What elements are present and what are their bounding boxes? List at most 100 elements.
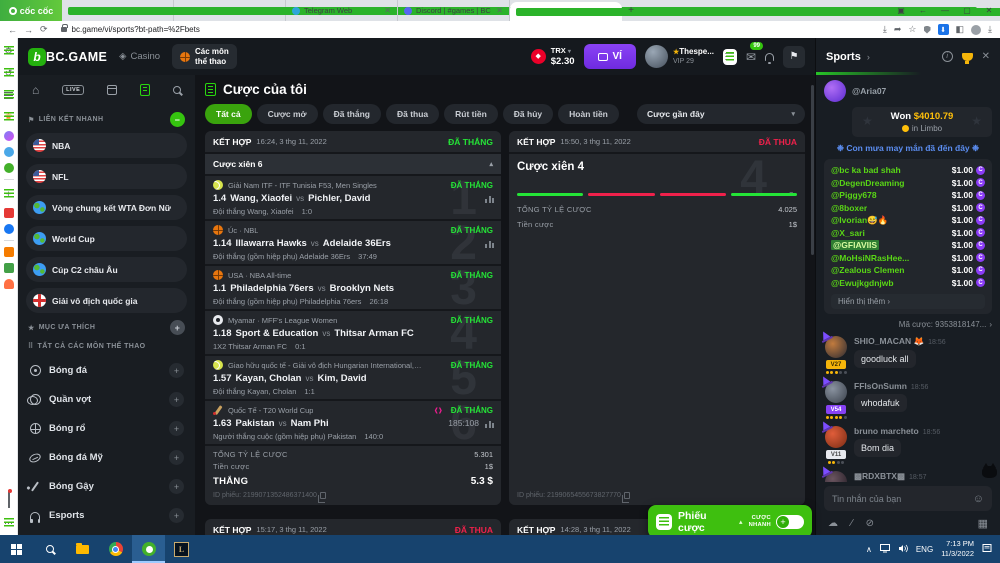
balance-selector[interactable]: ◆ TRX ▾$2.30 xyxy=(531,46,575,68)
close-icon[interactable]: ✕ xyxy=(982,51,990,62)
tab-close-icon[interactable]: ✕ xyxy=(384,6,391,15)
betslip-button[interactable]: Phiếu cược ▴ CƯỢCNHANH xyxy=(648,505,812,538)
reload-icon[interactable]: ⟳ xyxy=(40,24,48,35)
bet-code-link[interactable]: Mã cược: 9353818147...› xyxy=(824,320,992,329)
history-icon[interactable]: ↺ xyxy=(1,65,17,81)
crown-icon[interactable]: ♛ xyxy=(1,109,17,125)
show-more-button[interactable]: Hiển thị thêm › xyxy=(831,294,985,309)
sidebar-item-worldcup[interactable]: World Cup xyxy=(26,226,187,251)
filter-lost[interactable]: Đã thua xyxy=(386,104,439,124)
sidebar-item-tennis[interactable]: Quần vợt+ xyxy=(26,385,187,414)
chat-username[interactable]: @Aria07 xyxy=(852,86,886,96)
browser-tab[interactable]: Discord | #games | BC G✕ xyxy=(398,0,510,21)
reading-list-icon[interactable] xyxy=(1,87,17,103)
chat-username[interactable]: SHIO_MACAN 🦊 xyxy=(854,336,924,347)
expand-plus-icon[interactable]: + xyxy=(169,392,184,407)
filter-cancelled[interactable]: Đã hủy xyxy=(503,104,553,124)
rain-user[interactable]: @DegenDreaming xyxy=(831,178,904,188)
sidebar-item-c2[interactable]: Cúp C2 châu Âu xyxy=(26,257,187,282)
coccoc-logo[interactable]: cốc cốc xyxy=(0,0,62,21)
adblock-shield-icon[interactable] xyxy=(924,26,931,34)
notifications-icon[interactable] xyxy=(765,53,774,61)
rain-user[interactable]: @Ewujkgdnjwb xyxy=(831,278,894,288)
tab-close-icon[interactable]: ✕ xyxy=(496,6,503,15)
new-tab-button[interactable]: + xyxy=(622,0,640,21)
bet-leg[interactable]: 4 Myamar · MFF's League WomenĐÃ THẮNG 1.… xyxy=(205,309,501,354)
slash-commands-icon[interactable]: ∕ xyxy=(851,518,853,529)
url-field[interactable]: bc.game/vi/sports?bt-path=%2Fbets xyxy=(55,25,876,34)
rain-cloud-icon[interactable]: ☁ xyxy=(828,518,838,529)
filter-won[interactable]: Đã thắng xyxy=(323,104,381,124)
sort-dropdown[interactable]: Cược gần đây▾ xyxy=(637,104,805,124)
avatar[interactable] xyxy=(824,80,846,102)
filter-all[interactable]: Tất cả xyxy=(205,104,252,124)
back-arrow-icon[interactable]: ← xyxy=(912,0,934,21)
taskbar-clock[interactable]: 7:13 PM11/3/2022 xyxy=(941,539,974,559)
quick-bet-toggle[interactable] xyxy=(776,515,804,529)
bet-leg[interactable]: 3 USA · NBA All-timeĐÃ THẮNG 1.1Philadel… xyxy=(205,264,501,309)
league-of-legends-icon[interactable]: L xyxy=(165,535,198,563)
back-icon[interactable]: ← xyxy=(8,25,17,35)
expand-plus-icon[interactable]: + xyxy=(169,363,184,378)
copy-icon[interactable] xyxy=(624,492,630,499)
action-center-icon[interactable] xyxy=(982,543,992,555)
copy-icon[interactable] xyxy=(320,492,326,499)
nav-casino[interactable]: ◈Casino xyxy=(119,51,160,62)
bet-card-lost[interactable]: KẾT HỢP 15:50, 3 thg 11, 2022 ĐÃ THUA 4 … xyxy=(509,131,805,505)
my-bets-icon-active[interactable] xyxy=(140,84,150,96)
bet-list-icon[interactable] xyxy=(723,49,737,65)
browser-tab[interactable]: BC.Game Forum - A Cryptoc✕ xyxy=(174,0,286,21)
bcgame-logo[interactable]: b BC.GAME xyxy=(28,48,107,66)
filter-open[interactable]: Cược mở xyxy=(257,104,318,124)
settings-gear-icon[interactable]: ⚙ xyxy=(1,43,17,59)
chat-toggle-button[interactable]: ⚑ xyxy=(783,46,805,68)
chrome-icon[interactable] xyxy=(99,535,132,563)
rain-user[interactable]: @Zealous Clemen xyxy=(831,265,904,275)
youtube-icon[interactable] xyxy=(4,208,14,218)
sidebar-item-basketball[interactable]: Bóng rổ+ xyxy=(26,414,187,443)
chat-username[interactable]: bruno marcheto xyxy=(854,426,919,436)
rain-user[interactable]: @bc ka bad shah xyxy=(831,165,901,175)
rain-user[interactable]: @Piggy678 xyxy=(831,190,877,200)
shop-icon[interactable] xyxy=(4,247,14,257)
tray-chevron-icon[interactable]: ∧ xyxy=(866,545,872,554)
scrollbar[interactable] xyxy=(811,85,814,255)
rain-user[interactable]: @X_sari xyxy=(831,228,865,238)
start-button[interactable] xyxy=(0,535,33,563)
expand-plus-icon[interactable]: + xyxy=(169,479,184,494)
extensions-icon[interactable]: ◧ xyxy=(956,24,965,35)
bet-card-won[interactable]: KẾT HỢP 16:24, 3 thg 11, 2022 ĐÃ THẮNG C… xyxy=(205,131,501,505)
chat-messages[interactable]: @Aria07 ★ ★ Won $4010.79 in Limbo ❉ Con … xyxy=(816,75,1000,482)
bet-card-partial[interactable]: KẾT HỢP 15:17, 3 thg 11, 2022 ĐÃ THUA xyxy=(205,519,501,535)
filter-refund[interactable]: Hoàn tiền xyxy=(558,104,619,124)
more-icon[interactable]: ⋯ xyxy=(1,515,17,531)
wallet-button[interactable]: VÍ xyxy=(584,44,636,69)
expand-plus-icon[interactable]: + xyxy=(169,450,184,465)
taskbar-search-icon[interactable] xyxy=(33,535,66,563)
browser-tab[interactable]: BC.Game: Crypto Casino Gan✕ xyxy=(62,0,174,21)
bet-leg[interactable]: 1 Giải Nam ITF - ITF Tunisia F53, Men Si… xyxy=(205,174,501,219)
bet-name-row[interactable]: Cược xiên 6▴ xyxy=(205,152,501,174)
language-indicator[interactable]: ENG xyxy=(916,545,933,554)
maximize-button[interactable]: ▢ xyxy=(956,0,978,21)
chat-username[interactable]: ▩RDXBTX▩ xyxy=(854,471,905,482)
save-page-icon[interactable]: ⤓ xyxy=(883,24,887,35)
sidebar-item-cricket[interactable]: Bóng Gậy+ xyxy=(26,472,187,501)
rain-user[interactable]: @GFIAVIIS xyxy=(831,240,879,250)
games-icon[interactable] xyxy=(4,163,14,173)
forward-icon[interactable]: → xyxy=(24,25,33,35)
filter-cashout[interactable]: Rút tiền xyxy=(444,104,498,124)
chat-rules-icon[interactable]: ⊘ xyxy=(866,518,874,529)
info-icon[interactable]: i xyxy=(942,51,953,62)
gif-keyboard-icon[interactable]: ▦ xyxy=(978,517,988,530)
file-explorer-icon[interactable] xyxy=(66,535,99,563)
collapse-button[interactable]: − xyxy=(170,112,185,127)
chevron-right-icon[interactable]: › xyxy=(867,52,870,62)
user-profile[interactable]: ★Thespe...VIP 29 xyxy=(645,45,714,68)
sidebar-item-esports[interactable]: Esports+ xyxy=(26,501,187,530)
browser-tab-active[interactable]: BC.Game: Crypto Casino Gan✕ xyxy=(510,2,622,21)
home-icon[interactable]: ⌂ xyxy=(32,83,39,97)
stats-icon[interactable] xyxy=(485,241,494,248)
nav-sports-active[interactable]: Các mônthể thao xyxy=(172,44,237,68)
add-favorite-button[interactable]: + xyxy=(170,320,185,335)
